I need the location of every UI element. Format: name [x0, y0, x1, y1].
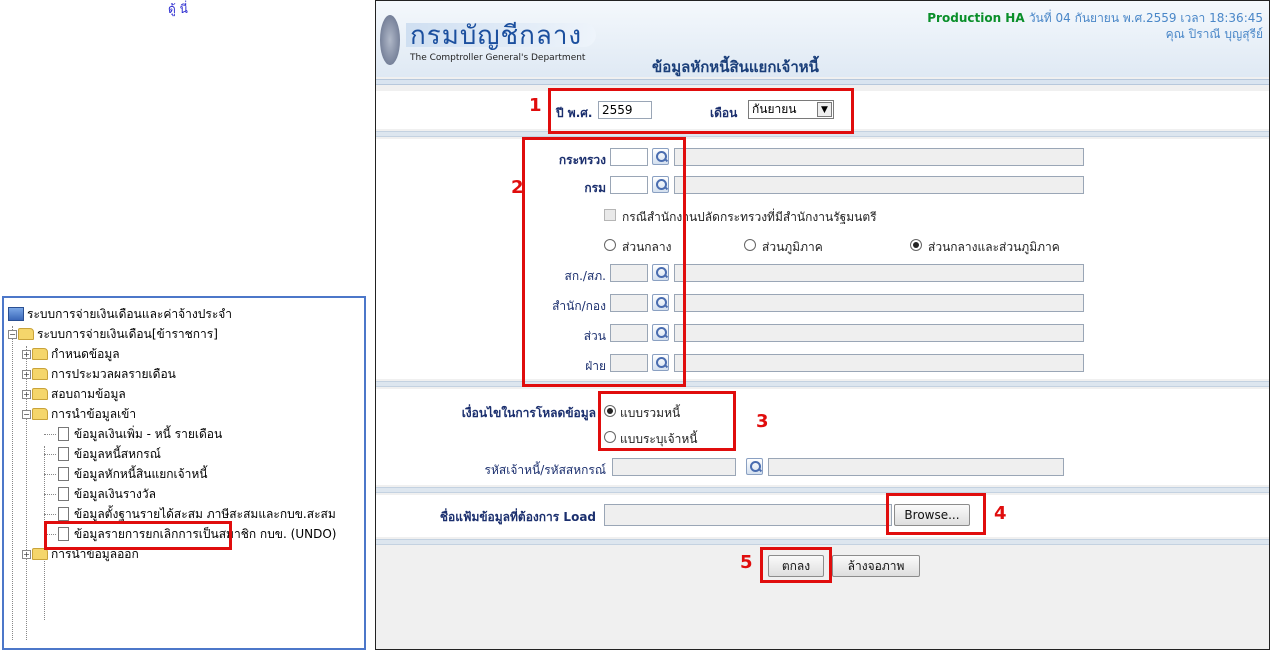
tree-item-settings[interactable]: + กำหนดข้อมูล [22, 344, 120, 364]
office-name-field [674, 264, 1084, 282]
tree-leaf-label: ข้อมูลหนี้สหกรณ์ [74, 446, 161, 461]
radio-regional[interactable] [744, 239, 756, 251]
page-title: ข้อมูลหักหนี้สินแยกเจ้าหนี้ [652, 58, 819, 76]
dept-name-field [674, 176, 1084, 194]
tree-system-label: ระบบการจ่ายเงินเดือน[ข้าราชการ] [37, 326, 218, 341]
annotation-highlight-menu [44, 521, 232, 550]
tree-item-inquiry[interactable]: + สอบถามข้อมูล [22, 384, 126, 404]
tree-leaf-coop[interactable]: ข้อมูลหนี้สหกรณ์ [58, 444, 161, 464]
document-icon [58, 487, 69, 501]
radio-central-and-regional[interactable] [910, 239, 922, 251]
load-condition-label: เงื่อนไขในการโหลดข้อมูล [461, 406, 596, 420]
logo-english-text: The Comptroller General's Department [410, 53, 586, 63]
section-divider [376, 381, 1269, 387]
tree-item-processing[interactable]: + การประมวลผลรายเดือน [22, 364, 176, 384]
expand-icon[interactable]: + [22, 389, 31, 399]
folder-icon [32, 388, 48, 400]
tree-item-label: การนำข้อมูลเข้า [51, 406, 137, 421]
folder-open-icon [18, 328, 34, 340]
bureau-name-field [674, 294, 1084, 312]
tree-root-label: ระบบการจ่ายเงินเดือนและค่าจ้างประจำ [27, 306, 233, 321]
collapse-icon[interactable]: − [8, 329, 17, 339]
annotation-box-ok [760, 547, 832, 583]
annotation-box-browse [886, 493, 986, 535]
tree-leaf-label: ข้อมูลหักหนี้สินแยกเจ้าหนี้ [74, 466, 208, 481]
document-icon [58, 427, 69, 441]
tree-root[interactable]: ระบบการจ่ายเงินเดือนและค่าจ้างประจำ [8, 304, 232, 324]
collapse-icon[interactable]: − [22, 409, 31, 419]
division-name-field [674, 324, 1084, 342]
section-divider [376, 487, 1269, 493]
annotation-box-period [548, 88, 854, 134]
system-icon [8, 307, 24, 321]
annotation-number: 1 [529, 95, 542, 116]
annotation-number: 3 [756, 411, 769, 432]
file-path-input[interactable] [604, 504, 892, 526]
top-fragment-text: ดู้ นี่ [168, 2, 188, 16]
radio-regional-label: ส่วนภูมิภาค [762, 240, 823, 254]
radio-both-label: ส่วนกลางและส่วนภูมิภาค [928, 240, 1060, 254]
annotation-number: 5 [740, 552, 753, 573]
tree-system[interactable]: − ระบบการจ่ายเงินเดือน[ข้าราชการ] [8, 324, 218, 344]
folder-icon [32, 368, 48, 380]
tree-leaf-monthly[interactable]: ข้อมูลเงินเพิ่ม - หนี้ รายเดือน [58, 424, 222, 444]
creditor-code-input[interactable] [612, 458, 736, 476]
tree-item-label: สอบถามข้อมูล [51, 386, 126, 401]
folder-open-icon [32, 408, 48, 420]
tree-item-label: กำหนดข้อมูล [51, 346, 120, 361]
tree-leaf-reward[interactable]: ข้อมูลเงินรางวัล [58, 484, 156, 504]
tree-item-import[interactable]: − การนำข้อมูลเข้า [22, 404, 136, 424]
annotation-number: 4 [994, 503, 1007, 524]
form-window: กรมบัญชีกลาง The Comptroller General's D… [375, 0, 1270, 650]
organization-section [376, 139, 1269, 379]
annotation-box-load-condition [598, 391, 736, 451]
annotation-box-org [522, 137, 686, 387]
section-name-field [674, 354, 1084, 372]
creditor-search-icon[interactable] [746, 458, 763, 475]
ministry-name-field [674, 148, 1084, 166]
annotation-number: 2 [511, 177, 524, 198]
clear-button[interactable]: ล้างจอภาพ [832, 555, 920, 577]
department-seal-icon [380, 15, 400, 65]
expand-icon[interactable]: + [22, 349, 31, 359]
document-icon [58, 507, 69, 521]
tree-item-label: การประมวลผลรายเดือน [51, 366, 176, 381]
logo-thai-text: กรมบัญชีกลาง [410, 21, 583, 51]
file-label: ชื่อแฟ้มข้อมูลที่ต้องการ Load [439, 510, 596, 524]
menu-tree-panel: ระบบการจ่ายเงินเดือนและค่าจ้างประจำ − ระ… [2, 296, 366, 650]
document-icon [58, 447, 69, 461]
creditor-code-label: รหัสเจ้าหนี้/รหัสสหกรณ์ [484, 463, 606, 477]
creditor-name-field [768, 458, 1064, 476]
environment-label: Production HA [927, 11, 1025, 25]
expand-icon[interactable]: + [22, 369, 31, 379]
folder-icon [32, 348, 48, 360]
tree-leaf-label: ข้อมูลเงินเพิ่ม - หนี้ รายเดือน [74, 426, 223, 441]
tree-leaf-debt-by-creditor[interactable]: ข้อมูลหักหนี้สินแยกเจ้าหนี้ [58, 464, 208, 484]
user-name: คุณ ปิราณี บุญสุรีย์ [1165, 27, 1263, 41]
header-divider [376, 79, 1269, 85]
tree-leaf-label: ข้อมูลเงินรางวัล [74, 486, 156, 501]
section-divider [376, 539, 1269, 545]
datetime-text: วันที่ 04 กันยายน พ.ศ.2559 เวลา 18:36:45 [1028, 11, 1263, 25]
document-icon [58, 467, 69, 481]
expand-icon[interactable]: + [22, 549, 31, 559]
